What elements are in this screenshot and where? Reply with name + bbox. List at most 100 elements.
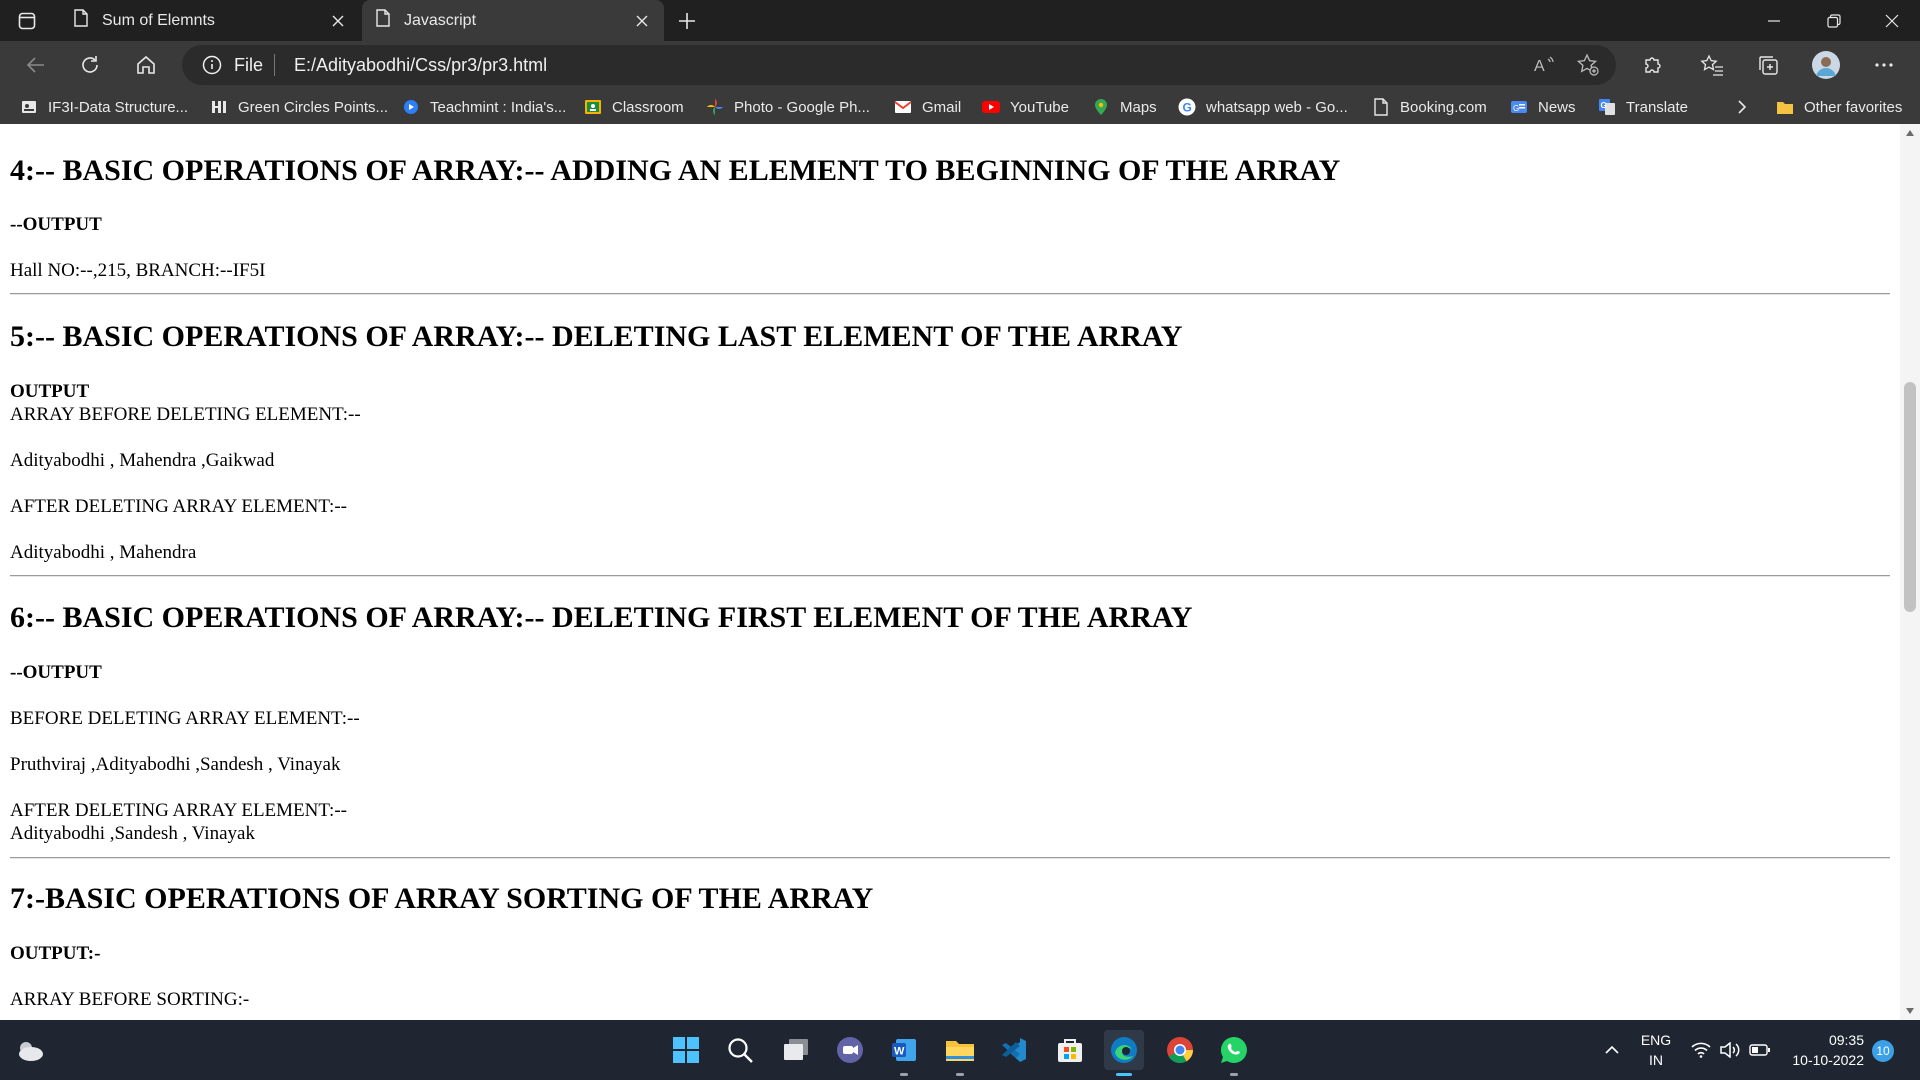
close-window-button[interactable] bbox=[1864, 0, 1920, 41]
edge-icon bbox=[1111, 1037, 1137, 1063]
extensions-button[interactable] bbox=[1636, 49, 1668, 81]
favorite-maps[interactable]: Maps bbox=[1092, 96, 1157, 118]
minimize-icon bbox=[1768, 19, 1780, 22]
favorites-overflow-button[interactable] bbox=[1736, 96, 1748, 118]
tab-actions-icon[interactable] bbox=[14, 8, 40, 34]
favorite-whatsapp-web[interactable]: G whatsapp web - Go... bbox=[1178, 96, 1348, 118]
output-line: Adityabodhi ,Sandesh , Vinayak bbox=[10, 823, 255, 844]
add-favorite-icon[interactable] bbox=[1576, 53, 1600, 82]
vertical-scrollbar[interactable] bbox=[1900, 124, 1920, 1020]
weather-widget[interactable] bbox=[10, 1030, 50, 1070]
url-text[interactable]: E:/Adityabodhi/Css/pr3/pr3.html bbox=[294, 55, 547, 76]
close-icon[interactable] bbox=[628, 7, 656, 35]
show-hidden-icons-button[interactable] bbox=[1592, 1030, 1632, 1070]
output-line: Pruthviraj ,Adityabodhi ,Sandesh , Vinay… bbox=[10, 754, 341, 775]
running-indicator bbox=[1230, 1073, 1238, 1076]
refresh-button[interactable] bbox=[74, 49, 106, 81]
info-icon[interactable] bbox=[202, 55, 222, 80]
favorite-classroom[interactable]: Classroom bbox=[584, 96, 684, 118]
google-photos-icon bbox=[706, 98, 724, 116]
other-favorites-folder[interactable]: Other favorites bbox=[1776, 96, 1902, 118]
divider bbox=[10, 293, 1890, 295]
back-button[interactable] bbox=[20, 49, 52, 81]
favorite-booking[interactable]: Booking.com bbox=[1372, 96, 1487, 118]
output-line: BEFORE DELETING ARRAY ELEMENT:-- bbox=[10, 708, 360, 729]
word-button[interactable]: W bbox=[884, 1030, 924, 1076]
microsoft-store-button[interactable] bbox=[1050, 1030, 1090, 1070]
chrome-button[interactable] bbox=[1160, 1030, 1200, 1070]
microsoft-store-icon bbox=[1058, 1039, 1082, 1062]
favorite-if3i-data-structure[interactable]: IF3I-Data Structure... bbox=[20, 96, 188, 118]
start-button[interactable] bbox=[666, 1030, 706, 1070]
output-label: --OUTPUT bbox=[10, 662, 102, 683]
document-icon bbox=[20, 98, 38, 116]
search-button[interactable] bbox=[720, 1030, 760, 1070]
favorite-news[interactable]: G News bbox=[1510, 96, 1576, 118]
language-indicator[interactable]: ENG IN bbox=[1638, 1030, 1674, 1070]
page-icon bbox=[74, 9, 88, 32]
favorite-label: News bbox=[1538, 98, 1576, 116]
word-icon: W bbox=[892, 1039, 916, 1061]
avatar bbox=[1812, 51, 1840, 79]
clock[interactable]: 09:35 10-10-2022 bbox=[1784, 1030, 1864, 1070]
favorite-label: Booking.com bbox=[1400, 98, 1487, 116]
favorite-gmail[interactable]: Gmail bbox=[894, 96, 961, 118]
tab-javascript[interactable]: Javascript bbox=[362, 0, 664, 41]
restore-button[interactable] bbox=[1806, 0, 1862, 41]
settings-more-button[interactable] bbox=[1868, 49, 1900, 81]
favorite-label: Gmail bbox=[922, 98, 962, 116]
task-view-button[interactable] bbox=[776, 1030, 816, 1070]
favorite-label: Translate bbox=[1626, 98, 1688, 116]
svg-text:G: G bbox=[1601, 101, 1607, 110]
clock-date: 10-10-2022 bbox=[1792, 1052, 1864, 1068]
tab-sum-of-elemnts[interactable]: Sum of Elemnts bbox=[60, 0, 360, 41]
teachmint-icon bbox=[402, 98, 420, 116]
minimize-button[interactable] bbox=[1746, 0, 1802, 41]
navigation-bar: File E:/Adityabodhi/Css/pr3/pr3.html A bbox=[0, 41, 1920, 88]
address-bar[interactable]: File E:/Adityabodhi/Css/pr3/pr3.html A bbox=[182, 45, 1616, 85]
start-icon bbox=[673, 1037, 699, 1063]
gmail-icon bbox=[894, 98, 912, 116]
read-aloud-icon[interactable]: A bbox=[1532, 53, 1556, 82]
favorites-button[interactable] bbox=[1696, 49, 1728, 81]
section-7-heading: 7:-BASIC OPERATIONS OF ARRAY SORTING OF … bbox=[10, 882, 874, 915]
section-5-heading: 5:-- BASIC OPERATIONS OF ARRAY:-- DELETI… bbox=[10, 320, 1183, 353]
running-indicator bbox=[956, 1073, 964, 1076]
running-indicator bbox=[1116, 1073, 1132, 1076]
edge-button[interactable] bbox=[1104, 1030, 1144, 1076]
favorite-label: Other favorites bbox=[1804, 98, 1903, 116]
notification-badge[interactable]: 10 bbox=[1872, 1040, 1894, 1062]
teams-chat-button[interactable] bbox=[830, 1030, 870, 1070]
new-tab-button[interactable] bbox=[672, 6, 702, 36]
favorite-label: Maps bbox=[1120, 98, 1157, 116]
search-icon bbox=[728, 1038, 753, 1063]
collections-button[interactable] bbox=[1752, 49, 1784, 81]
favorite-green-circles[interactable]: Green Circles Points... bbox=[210, 96, 388, 118]
favorite-label: Classroom bbox=[612, 98, 684, 116]
security-label: File bbox=[234, 55, 264, 75]
profile-button[interactable] bbox=[1810, 49, 1842, 81]
home-button[interactable] bbox=[130, 49, 162, 81]
output-label: --OUTPUT bbox=[10, 214, 102, 235]
output-line: Adityabodhi , Mahendra bbox=[10, 542, 197, 563]
scrollbar-thumb[interactable] bbox=[1904, 382, 1916, 612]
favorite-translate[interactable]: G Translate bbox=[1598, 96, 1688, 118]
favorite-google-photos[interactable]: Photo - Google Ph... bbox=[706, 96, 870, 118]
file-explorer-button[interactable] bbox=[940, 1030, 980, 1076]
favorite-teachmint[interactable]: Teachmint : India's... bbox=[402, 96, 566, 118]
close-icon[interactable] bbox=[324, 7, 352, 35]
volume-icon bbox=[1720, 1042, 1740, 1058]
favorite-youtube[interactable]: YouTube bbox=[982, 96, 1069, 118]
running-indicator bbox=[900, 1073, 908, 1076]
weather-cloud-icon bbox=[19, 1042, 43, 1061]
news-icon: G bbox=[1510, 98, 1528, 116]
vscode-button[interactable] bbox=[994, 1030, 1034, 1070]
svg-text:W: W bbox=[894, 1046, 905, 1058]
scroll-down-arrow-icon[interactable] bbox=[1906, 1008, 1914, 1014]
section-4-heading: 4:-- BASIC OPERATIONS OF ARRAY:-- ADDING… bbox=[10, 154, 1341, 187]
scroll-up-arrow-icon[interactable] bbox=[1906, 130, 1914, 136]
system-tray-status[interactable] bbox=[1686, 1030, 1776, 1070]
classroom-icon bbox=[584, 98, 602, 116]
google-icon: G bbox=[1178, 98, 1196, 116]
whatsapp-button[interactable] bbox=[1214, 1030, 1254, 1076]
